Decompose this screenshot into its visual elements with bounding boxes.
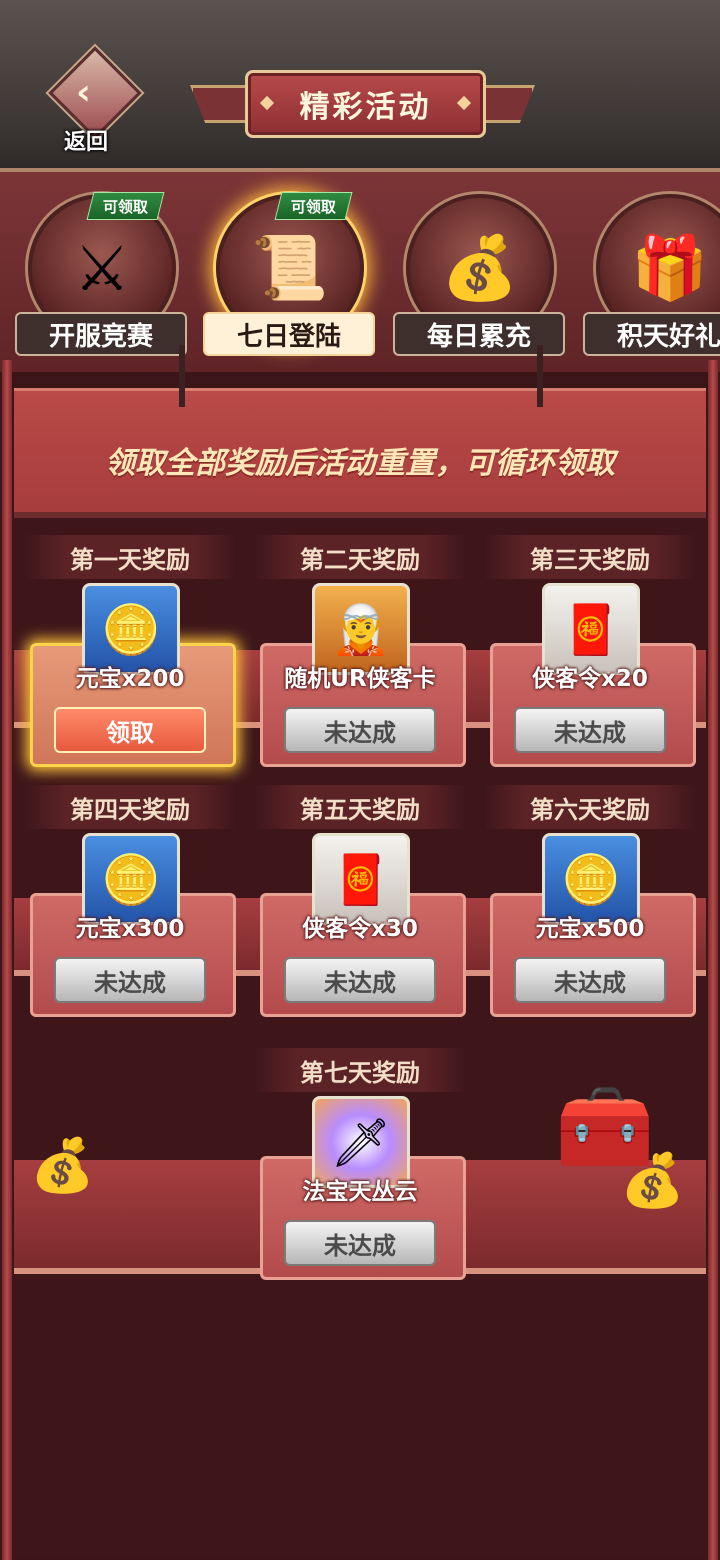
day-5-reward: 第五天奖励 🧧 侠客令x30 未达成 bbox=[254, 785, 466, 1017]
badge-label: 可领取 bbox=[291, 197, 337, 216]
day-2-reward: 第二天奖励 🧝 随机UR侠客卡 未达成 bbox=[254, 535, 466, 767]
item-name: 侠客令x30 bbox=[302, 916, 418, 942]
day-3-reward: 第三天奖励 🧧 侠客令x20 未达成 bbox=[484, 535, 696, 767]
title-box: 精彩活动 bbox=[245, 70, 486, 138]
day-title: 第六天奖励 bbox=[484, 785, 696, 829]
claimable-badge: 可领取 bbox=[274, 192, 353, 220]
gold-ingots-pile-icon: 💰 bbox=[30, 1136, 95, 1196]
notice-text: 领取全部奖励后活动重置，可循环领取 bbox=[105, 446, 615, 481]
hanging-cord bbox=[537, 345, 543, 407]
claimable-badge: 可领取 bbox=[86, 192, 165, 220]
header-bar: ‹ 返回 精彩活动 bbox=[0, 0, 720, 168]
item-name: 元宝x200 bbox=[75, 666, 185, 692]
item-name: 元宝x300 bbox=[75, 916, 185, 942]
item-name: 侠客令x20 bbox=[532, 666, 648, 692]
item-name: 法宝天丛云 bbox=[302, 1179, 418, 1205]
item-name: 元宝x500 bbox=[535, 916, 645, 942]
day-title: 第三天奖励 bbox=[484, 535, 696, 579]
day-title: 第一天奖励 bbox=[24, 535, 236, 579]
day-1-reward: 第一天奖励 🪙 元宝x200 领取 bbox=[24, 535, 236, 767]
tab-label: 积天好礼 bbox=[583, 312, 720, 356]
tab-label: 开服竞赛 bbox=[15, 312, 187, 356]
badge-label: 可领取 bbox=[103, 197, 149, 216]
tab-daily-recharge[interactable]: 💰 每日累充 bbox=[388, 184, 568, 362]
day-7-reward: 第七天奖励 🗡 法宝天丛云 未达成 bbox=[254, 1048, 466, 1280]
frame-rod-left bbox=[2, 360, 12, 1560]
day-title: 第五天奖励 bbox=[254, 785, 466, 829]
title-plate: 精彩活动 bbox=[190, 70, 535, 138]
frame-rod-right bbox=[708, 360, 718, 1560]
day-title: 第七天奖励 bbox=[254, 1048, 466, 1092]
tab-server-contest[interactable]: ⚔ 可领取 开服竞赛 bbox=[10, 184, 190, 362]
day-6-reward: 第六天奖励 🪙 元宝x500 未达成 bbox=[484, 785, 696, 1017]
hanging-cord bbox=[179, 345, 185, 407]
not-achieved-button[interactable]: 未达成 bbox=[284, 707, 436, 753]
tab-seven-day-login[interactable]: 📜 可领取 七日登陆 bbox=[198, 184, 378, 362]
not-achieved-button[interactable]: 未达成 bbox=[284, 957, 436, 1003]
not-achieved-button[interactable]: 未达成 bbox=[514, 957, 666, 1003]
not-achieved-button[interactable]: 未达成 bbox=[284, 1220, 436, 1266]
title-dot-icon bbox=[259, 95, 275, 111]
page-title: 精彩活动 bbox=[299, 90, 432, 125]
tab-accumulated-gifts[interactable]: 🎁 积天好礼 bbox=[578, 184, 720, 362]
activity-tab-strip: ⚔ 可领取 开服竞赛 📜 可领取 七日登陆 💰 每日累充 🎁 积天好礼 bbox=[0, 168, 720, 372]
not-achieved-button[interactable]: 未达成 bbox=[514, 707, 666, 753]
item-name: 随机UR侠客卡 bbox=[284, 666, 436, 692]
not-achieved-button[interactable]: 未达成 bbox=[54, 957, 206, 1003]
claim-button[interactable]: 领取 bbox=[54, 707, 206, 753]
title-dot-icon bbox=[456, 95, 472, 111]
back-arrow-icon: ‹ bbox=[76, 72, 91, 113]
back-button[interactable]: ‹ 返回 bbox=[48, 46, 142, 155]
day-4-reward: 第四天奖励 🪙 元宝x300 未达成 bbox=[24, 785, 236, 1017]
day-title: 第二天奖励 bbox=[254, 535, 466, 579]
gold-ingots-pile-icon: 💰 bbox=[620, 1151, 685, 1211]
back-label: 返回 bbox=[64, 130, 109, 155]
tab-label: 七日登陆 bbox=[203, 312, 375, 356]
day-title: 第四天奖励 bbox=[24, 785, 236, 829]
